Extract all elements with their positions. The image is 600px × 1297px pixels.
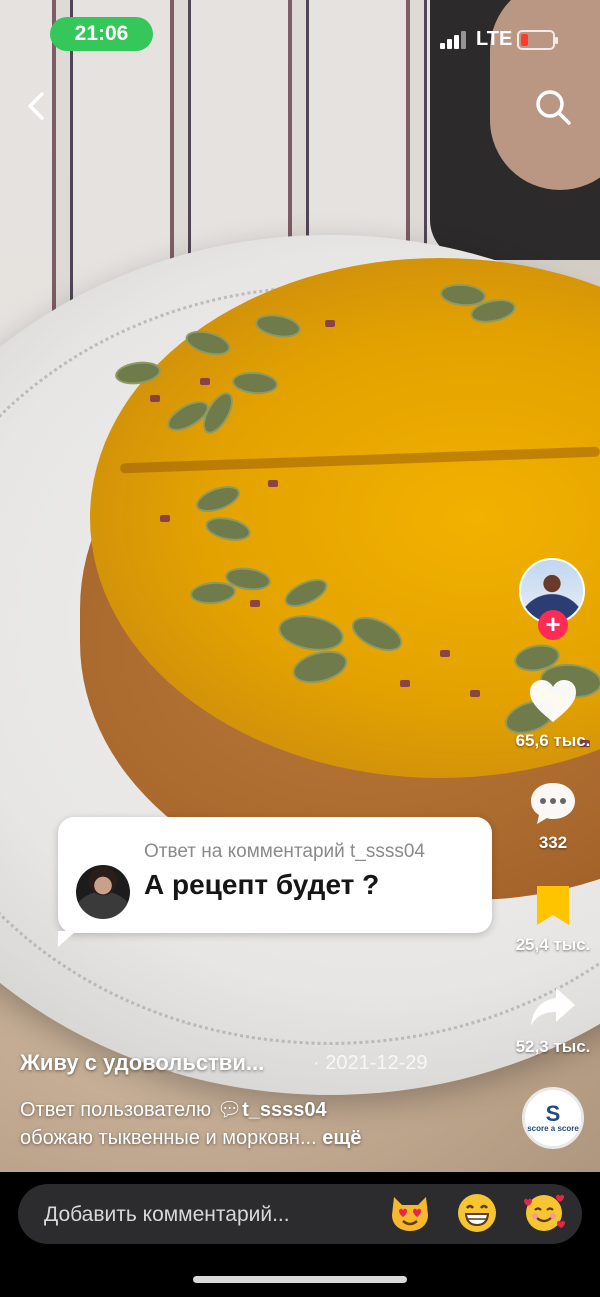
rose-petal — [250, 600, 260, 607]
rose-petal — [400, 680, 410, 687]
commenter-avatar — [76, 865, 130, 919]
share-button[interactable]: 52,3 тыс. — [500, 984, 600, 1057]
rose-petal — [440, 650, 450, 657]
battery-icon — [517, 30, 558, 50]
reply-header: Ответ на комментарий t_ssss04 — [144, 841, 426, 862]
reply-user-mention[interactable]: t_ssss04 — [242, 1099, 327, 1121]
creator-avatar-button[interactable]: + — [519, 558, 587, 640]
sound-logo-letter: S — [545, 1100, 561, 1126]
like-button[interactable]: 65,6 тыс. — [500, 678, 600, 751]
comment-placeholder[interactable]: Добавить комментарий... — [44, 1203, 290, 1227]
home-indicator[interactable] — [193, 1276, 407, 1283]
share-arrow-icon — [531, 988, 575, 1026]
comment-bubble-icon — [531, 783, 575, 824]
heart-icon — [530, 680, 576, 722]
reply-comment-bubble[interactable]: Ответ на комментарий t_ssss04 А рецепт б… — [58, 817, 492, 947]
network-label: LTE — [476, 28, 513, 50]
smiling-face-with-hearts-icon[interactable] — [522, 1191, 566, 1235]
sound-logo-text: score a score — [527, 1123, 579, 1133]
caption-description-line: обожаю тыквенные и морковн... ещё — [20, 1127, 361, 1150]
caption-more-link[interactable]: ещё — [322, 1127, 361, 1149]
search-icon — [536, 90, 571, 125]
grinning-face-icon[interactable] — [455, 1191, 499, 1235]
back-button[interactable] — [18, 84, 62, 128]
caption-reply-line: Ответ пользователю 💬︎t_ssss04 — [20, 1097, 327, 1122]
signal-icon — [440, 31, 470, 49]
rose-petal — [325, 320, 335, 327]
comment-small-icon: 💬︎ — [216, 1099, 243, 1121]
author-name[interactable]: Живу с удовольстви... — [20, 1050, 264, 1076]
heart-eyes-cat-icon[interactable] — [388, 1191, 432, 1235]
rose-petal — [160, 515, 170, 522]
caption-description: обожаю тыквенные и морковн... — [20, 1127, 317, 1149]
like-count: 65,6 тыс. — [515, 731, 591, 750]
chevron-left-icon — [28, 92, 44, 120]
comment-button[interactable]: 332 — [500, 780, 600, 853]
rose-petal — [200, 378, 210, 385]
sound-disc-button[interactable]: S score a score — [522, 1087, 584, 1149]
comment-count: 332 — [538, 833, 568, 852]
share-count: 52,3 тыс. — [515, 1037, 591, 1056]
bookmark-icon — [537, 886, 569, 925]
rose-petal — [150, 395, 160, 402]
follow-button[interactable]: + — [538, 610, 568, 640]
search-button[interactable] — [530, 84, 576, 130]
reply-comment-text: А рецепт будет ? — [144, 869, 380, 900]
post-date: · 2021-12-29 — [313, 1052, 428, 1074]
caption-reply-prefix: Ответ пользователю — [20, 1099, 212, 1121]
favorite-button[interactable]: 25,4 тыс. — [500, 882, 600, 955]
favorite-count: 25,4 тыс. — [515, 935, 591, 954]
rose-petal — [470, 690, 480, 697]
status-time: 21:06 — [50, 17, 153, 51]
rose-petal — [268, 480, 278, 487]
